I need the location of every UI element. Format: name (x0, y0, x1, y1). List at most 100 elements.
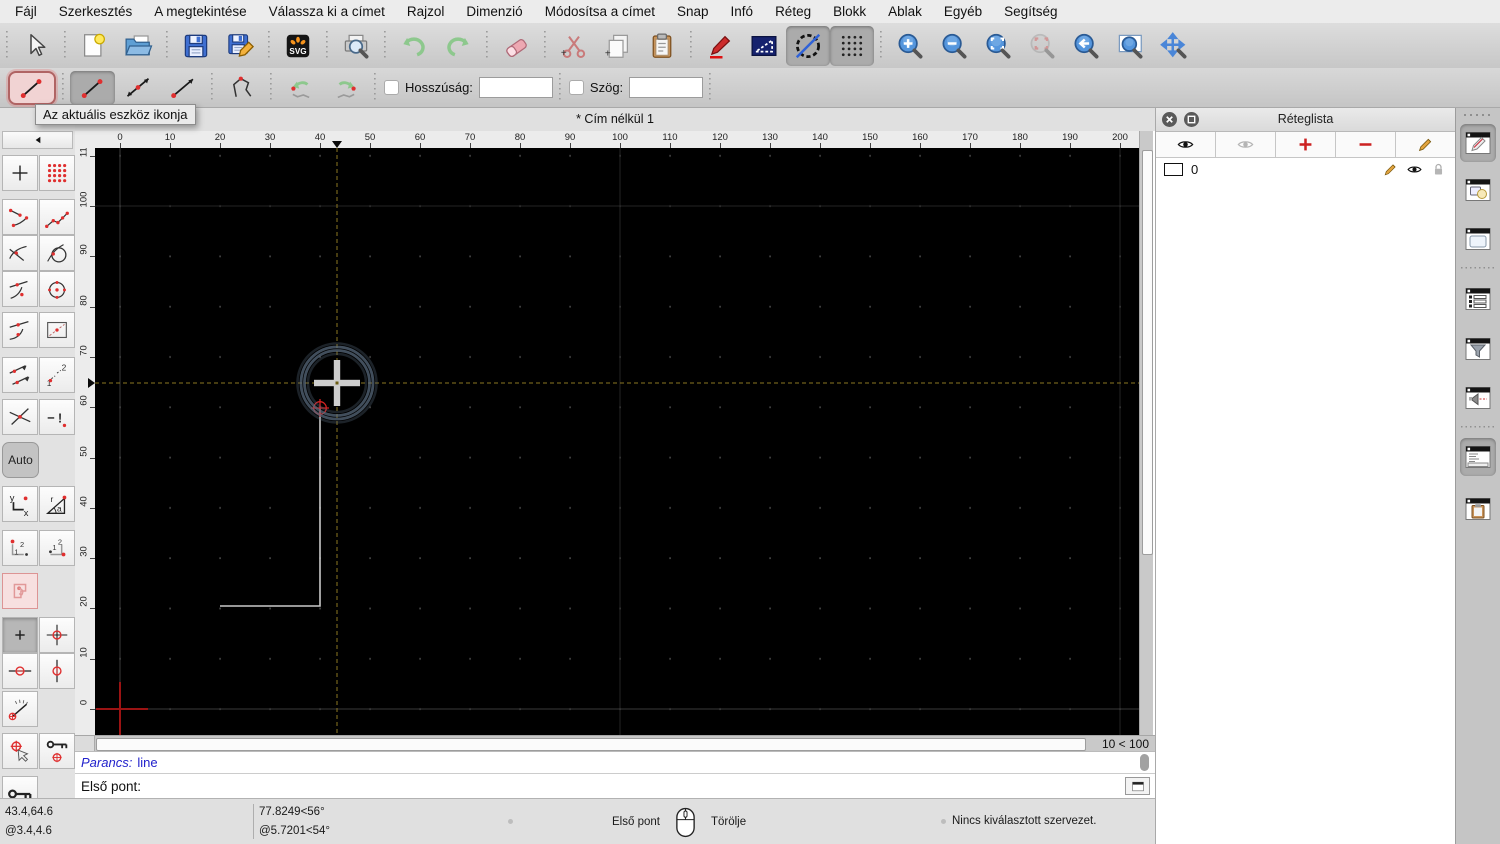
menu-item[interactable]: Ablak (877, 0, 933, 23)
new-document-button[interactable] (72, 26, 116, 66)
svg-export-button[interactable]: SVG (276, 26, 320, 66)
attributes-button[interactable] (742, 26, 786, 66)
menu-item[interactable]: Módosítsa a címet (534, 0, 666, 23)
line-arrow-button[interactable] (160, 71, 205, 105)
snap-parallel-button[interactable] (2, 357, 38, 393)
corner-trim-2-button[interactable]: 12 (39, 530, 75, 566)
cut-button[interactable]: + (552, 26, 596, 66)
coordinate-cartesian-button[interactable]: yx (2, 486, 38, 522)
collapse-sidebar-button[interactable] (2, 131, 73, 149)
layer-lock-icon[interactable] (1430, 161, 1447, 178)
zoom-window-button[interactable] (1108, 26, 1152, 66)
line-tool-button[interactable] (70, 71, 115, 105)
angle-input[interactable] (629, 77, 703, 98)
dock-filter-button[interactable] (1460, 330, 1496, 368)
snap-intersection-button[interactable] (2, 399, 38, 435)
cursor-arrow-button[interactable] (14, 26, 58, 66)
redo-button[interactable] (436, 26, 480, 66)
menu-item[interactable]: Rajzol (396, 0, 456, 23)
vertical-scrollbar-thumb[interactable] (1142, 150, 1153, 555)
layer-visible-icon[interactable] (1406, 161, 1423, 178)
vertical-scrollbar[interactable] (1139, 131, 1153, 735)
restrict-horizontal-button[interactable] (2, 653, 38, 689)
menu-item[interactable]: Válassza ki a címet (258, 0, 396, 23)
snap-angle-button[interactable] (2, 691, 38, 727)
segment-undo-button[interactable] (278, 71, 323, 105)
coordinate-polar-button[interactable]: ra (39, 486, 75, 522)
zoom-out-button[interactable] (932, 26, 976, 66)
dock-block-list-button[interactable] (1460, 171, 1496, 209)
float-panel-button[interactable] (1184, 112, 1199, 127)
snap-distance-button[interactable] (39, 312, 75, 348)
point-grid-button[interactable] (39, 155, 75, 191)
layer-color-swatch[interactable] (1164, 163, 1183, 176)
snap-endpoint-manual-button[interactable]: ! (39, 399, 75, 435)
zoom-auto-button[interactable] (976, 26, 1020, 66)
menu-item[interactable]: Szerkesztés (48, 0, 144, 23)
angle-checkbox[interactable] (569, 80, 584, 95)
dock-library-button[interactable] (1460, 220, 1496, 258)
restrict-nothing-button[interactable] (2, 573, 38, 609)
dock-clipboard-button[interactable] (1460, 490, 1496, 528)
draft-mode-button[interactable] (786, 26, 830, 66)
length-input[interactable] (479, 77, 553, 98)
menu-item[interactable]: Fájl (4, 0, 48, 23)
remove-layer-button[interactable] (1336, 132, 1396, 157)
zoom-in-button[interactable] (888, 26, 932, 66)
snap-middle-button[interactable] (2, 312, 38, 348)
menu-item[interactable]: Egyéb (933, 0, 993, 23)
grid-toggle-button[interactable] (830, 26, 874, 66)
length-checkbox[interactable] (384, 80, 399, 95)
dock-entity-list-button[interactable] (1460, 280, 1496, 318)
snap-grid-button[interactable] (39, 617, 75, 653)
snap-tangent-button[interactable] (2, 235, 38, 271)
snap-on-entity-button[interactable] (39, 199, 75, 235)
eraser-button[interactable] (494, 26, 538, 66)
pen-button[interactable] (698, 26, 742, 66)
line-double-arrow-button[interactable] (115, 71, 160, 105)
edit-layer-icon[interactable] (1382, 161, 1399, 178)
snap-auto-button[interactable]: Auto (2, 442, 39, 478)
menu-item[interactable]: Snap (666, 0, 720, 23)
zoom-selection-button[interactable] (1020, 26, 1064, 66)
snap-point-on-circle-button[interactable] (39, 235, 75, 271)
menu-item[interactable]: Réteg (764, 0, 822, 23)
horizontal-scrollbar[interactable]: 10 < 100 (75, 735, 1155, 751)
dock-command-line-button[interactable] (1460, 438, 1496, 476)
draw-point-button[interactable] (2, 155, 38, 191)
set-relative-zero-button[interactable] (2, 733, 38, 769)
edit-layer-button[interactable] (1396, 132, 1455, 157)
open-folder-button[interactable] (116, 26, 160, 66)
drawing-canvas[interactable] (95, 148, 1139, 735)
menu-item[interactable]: Dimenzió (455, 0, 533, 23)
command-input[interactable]: Első pont: (75, 773, 1155, 798)
dock-notification-button[interactable] (1460, 379, 1496, 417)
polyline-button[interactable] (219, 71, 264, 105)
undo-button[interactable] (392, 26, 436, 66)
snap-free-button[interactable] (2, 617, 38, 653)
paste-button[interactable] (640, 26, 684, 66)
zoom-previous-button[interactable] (1064, 26, 1108, 66)
copy-button[interactable]: + (596, 26, 640, 66)
hide-all-layers-button[interactable] (1216, 132, 1276, 157)
snap-nearest-button[interactable] (2, 271, 38, 307)
show-all-layers-button[interactable] (1156, 132, 1216, 157)
snap-endpoints-button[interactable] (2, 199, 38, 235)
lock-relative-zero-button[interactable] (39, 733, 75, 769)
menu-item[interactable]: Blokk (822, 0, 877, 23)
save-as-button[interactable] (218, 26, 262, 66)
corner-trim-1-button[interactable]: 12 (2, 530, 38, 566)
command-window-button[interactable] (1125, 777, 1150, 795)
menu-item[interactable]: Segítség (993, 0, 1068, 23)
snap-center-button[interactable] (39, 271, 75, 307)
add-layer-button[interactable] (1276, 132, 1336, 157)
horizontal-scrollbar-thumb[interactable] (96, 738, 1086, 751)
save-button[interactable] (174, 26, 218, 66)
menu-item[interactable]: Infó (720, 0, 765, 23)
dock-layer-list-button[interactable] (1460, 124, 1496, 162)
layer-row[interactable]: 0 (1156, 158, 1455, 181)
snap-ordinal-button[interactable]: 12 (39, 357, 75, 393)
print-preview-button[interactable] (334, 26, 378, 66)
zoom-pan-button[interactable] (1152, 26, 1196, 66)
segment-redo-button[interactable] (323, 71, 368, 105)
